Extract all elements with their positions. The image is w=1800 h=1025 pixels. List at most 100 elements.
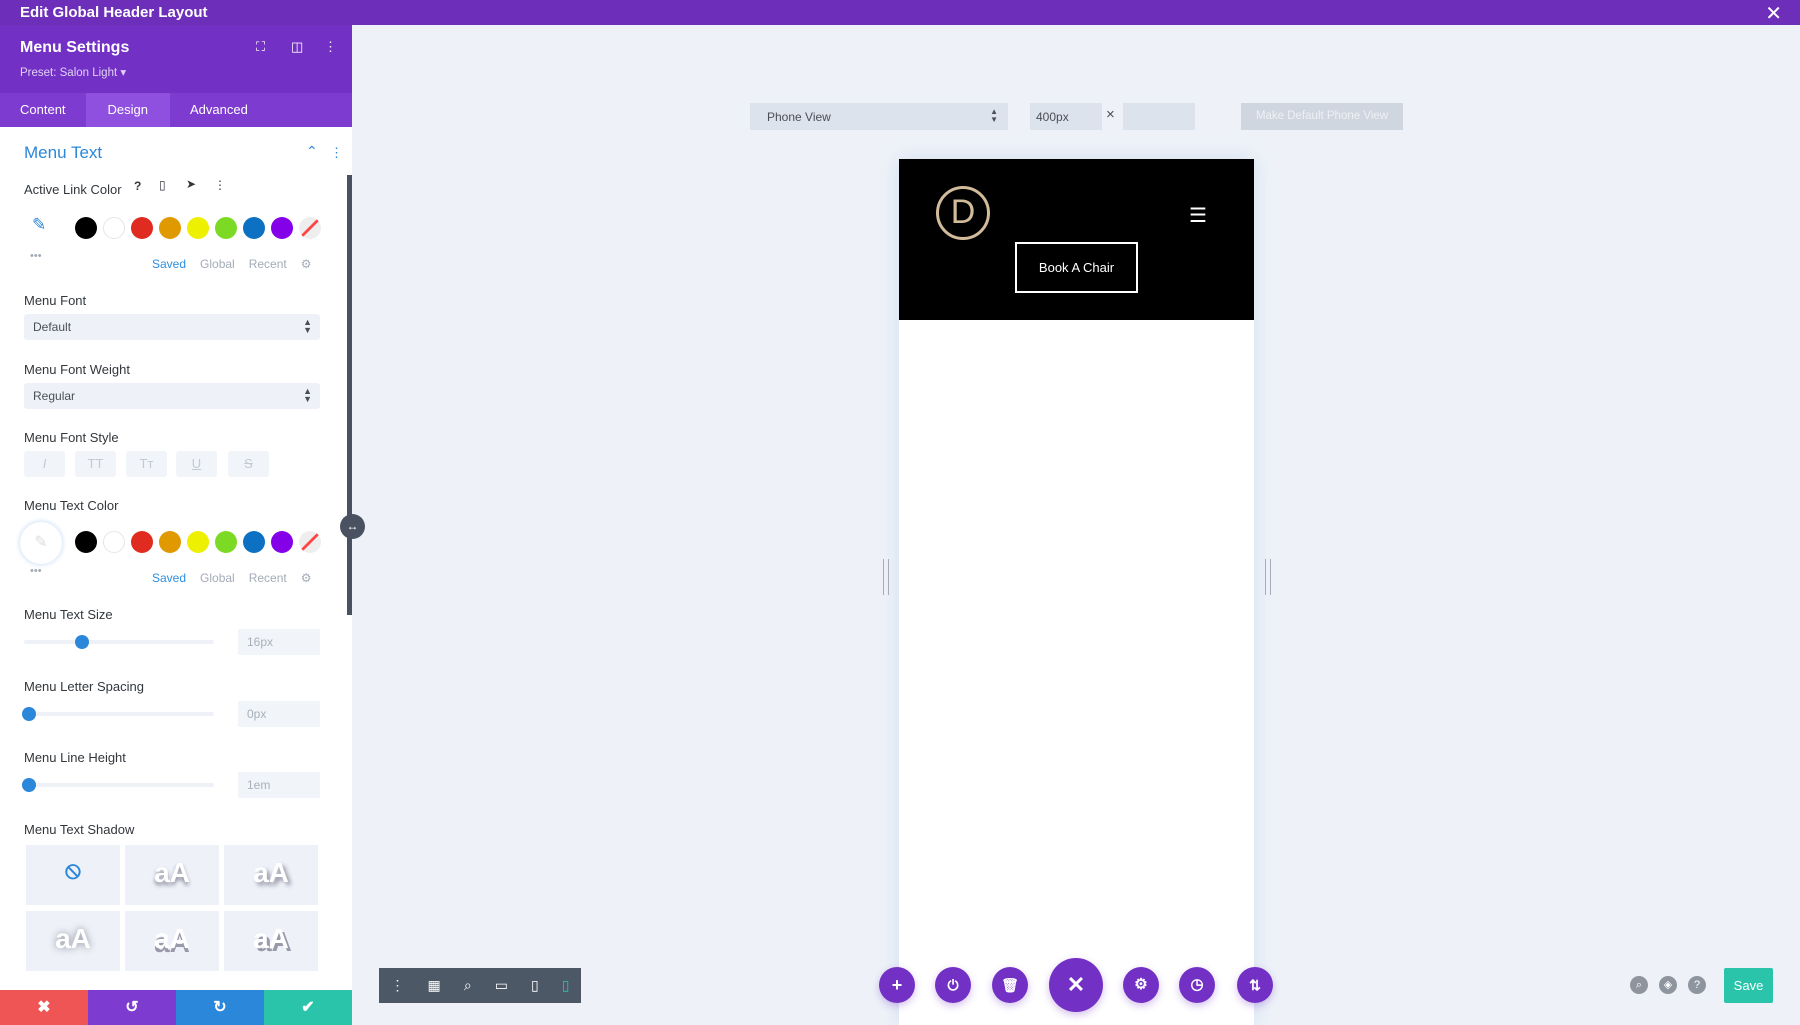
swatch-black[interactable]	[75, 217, 97, 239]
swatch-tab-recent[interactable]: Recent	[249, 257, 287, 271]
search-icon[interactable]: ⌕	[1630, 976, 1648, 994]
underline-button[interactable]: U	[176, 451, 217, 477]
swatch-purple[interactable]	[271, 531, 293, 553]
swatch-green[interactable]	[215, 531, 237, 553]
shadow-preset-1[interactable]: aA	[125, 845, 219, 905]
line-height-slider[interactable]	[22, 778, 214, 792]
dimension-times: ×	[1106, 106, 1115, 123]
color-picker-button[interactable]: ✎	[20, 522, 62, 564]
close-icon[interactable]: ✕	[1765, 1, 1782, 26]
collapse-chevron-icon[interactable]: ⌃	[306, 143, 318, 160]
discard-button[interactable]: ✖	[0, 990, 88, 1025]
panel-scrollbar[interactable]	[347, 175, 352, 615]
swatch-settings-icon[interactable]: ⚙	[301, 571, 312, 585]
uppercase-button[interactable]: TT	[75, 451, 116, 477]
preset-dropdown[interactable]: Preset: Salon Light ▾	[20, 65, 126, 79]
shadow-preset-2[interactable]: aA	[224, 845, 318, 905]
redo-button[interactable]: ↻	[176, 990, 264, 1025]
confirm-button[interactable]: ✔	[264, 990, 352, 1025]
shadow-preset-3[interactable]: aA	[26, 911, 120, 971]
site-logo[interactable]: D	[936, 186, 990, 240]
phone-view-icon[interactable]: ▯	[562, 977, 570, 994]
swatch-tab-recent[interactable]: Recent	[249, 571, 287, 585]
portability-icon[interactable]: ⇅	[1237, 967, 1273, 1003]
letter-spacing-slider[interactable]	[22, 707, 214, 721]
zoom-icon[interactable]: ⌕	[464, 977, 472, 994]
swatch-tab-saved[interactable]: Saved	[152, 257, 186, 271]
fullscreen-icon[interactable]: ⛶	[256, 39, 265, 55]
section-title[interactable]: Menu Text	[24, 143, 102, 163]
no-shadow-icon[interactable]: ⦸	[26, 845, 120, 905]
close-builder-button[interactable]: ✕	[1049, 958, 1103, 1012]
wireframe-icon[interactable]: ▦	[428, 977, 441, 994]
desktop-view-icon[interactable]: ▭	[495, 977, 508, 994]
undo-button[interactable]: ↺	[88, 990, 176, 1025]
swatch-green[interactable]	[215, 217, 237, 239]
save-button[interactable]: Save	[1724, 968, 1773, 1003]
swatch-orange[interactable]	[159, 217, 181, 239]
trash-icon[interactable]: 🗑	[992, 967, 1028, 1003]
menu-font-select[interactable]: Default ▲ ▼	[24, 314, 320, 340]
power-icon[interactable]: ⏻	[935, 967, 971, 1003]
eyedropper-icon[interactable]: ✎	[32, 215, 46, 235]
left-resize-handle[interactable]	[883, 559, 889, 595]
view-mode-select[interactable]: Phone View ▲ ▼	[750, 103, 1008, 130]
tab-advanced[interactable]: Advanced	[170, 93, 268, 127]
swatch-yellow[interactable]	[187, 531, 209, 553]
swatch-white[interactable]	[103, 531, 125, 553]
text-size-slider[interactable]	[24, 635, 214, 649]
shadow-preset-5[interactable]: aA	[224, 911, 318, 971]
field-more-icon[interactable]: ⋮	[214, 178, 226, 192]
more-options-icon[interactable]: ⋮	[324, 39, 337, 55]
slider-knob[interactable]	[22, 778, 36, 792]
italic-button[interactable]: I	[24, 451, 65, 477]
swatch-tab-global[interactable]: Global	[200, 257, 235, 271]
preview-width-input[interactable]: 400px	[1030, 103, 1102, 130]
swatch-red[interactable]	[131, 217, 153, 239]
tab-design[interactable]: Design	[85, 93, 171, 127]
swatch-blue[interactable]	[243, 217, 265, 239]
more-colors-icon[interactable]: •••	[30, 565, 42, 577]
slider-knob[interactable]	[74, 635, 89, 649]
layers-icon[interactable]: ◈	[1659, 976, 1677, 994]
shadow-preset-4[interactable]: aA	[125, 911, 219, 971]
resize-panel-handle[interactable]: ↔	[340, 514, 365, 539]
letter-spacing-input[interactable]: 0px	[238, 701, 320, 727]
sidebar-layout-icon[interactable]: ◫	[291, 39, 303, 55]
swatch-tab-saved[interactable]: Saved	[152, 571, 186, 585]
slider-knob[interactable]	[22, 707, 36, 721]
swatch-settings-icon[interactable]: ⚙	[301, 257, 312, 271]
gear-icon[interactable]: ⚙	[1123, 967, 1159, 1003]
swatch-tab-global[interactable]: Global	[200, 571, 235, 585]
swatch-purple[interactable]	[271, 217, 293, 239]
phone-responsive-icon[interactable]: ▯	[159, 178, 166, 192]
make-default-view-button[interactable]: Make Default Phone View	[1241, 103, 1403, 130]
text-size-input[interactable]: 16px	[238, 629, 320, 655]
swatch-orange[interactable]	[159, 531, 181, 553]
book-a-chair-button[interactable]: Book A Chair	[1015, 242, 1138, 293]
swatch-blue[interactable]	[243, 531, 265, 553]
line-height-input[interactable]: 1em	[238, 772, 320, 798]
toolbar-menu-icon[interactable]: ⋮	[391, 977, 405, 994]
swatch-black[interactable]	[75, 531, 97, 553]
section-more-icon[interactable]: ⋮	[330, 145, 343, 161]
help-icon[interactable]: ?	[1688, 976, 1706, 994]
tablet-view-icon[interactable]: ▯	[531, 977, 539, 994]
preview-height-input[interactable]	[1123, 103, 1195, 130]
capitalize-button[interactable]: Tт	[126, 451, 167, 477]
menu-font-weight-select[interactable]: Regular ▲ ▼	[24, 383, 320, 409]
history-icon[interactable]: ◷	[1179, 967, 1215, 1003]
swatch-yellow[interactable]	[187, 217, 209, 239]
swatch-red[interactable]	[131, 531, 153, 553]
strikethrough-button[interactable]: S	[228, 451, 269, 477]
swatch-transparent[interactable]	[299, 217, 321, 239]
hover-cursor-icon[interactable]: ➤	[186, 177, 196, 191]
help-icon[interactable]: ?	[134, 179, 141, 193]
swatch-white[interactable]	[103, 217, 125, 239]
tab-content[interactable]: Content	[0, 93, 86, 127]
swatch-transparent[interactable]	[299, 531, 321, 553]
more-colors-icon[interactable]: •••	[30, 250, 42, 262]
add-button[interactable]: +	[879, 967, 915, 1003]
hamburger-menu-icon[interactable]: ☰	[1189, 203, 1207, 228]
right-resize-handle[interactable]	[1265, 559, 1271, 595]
